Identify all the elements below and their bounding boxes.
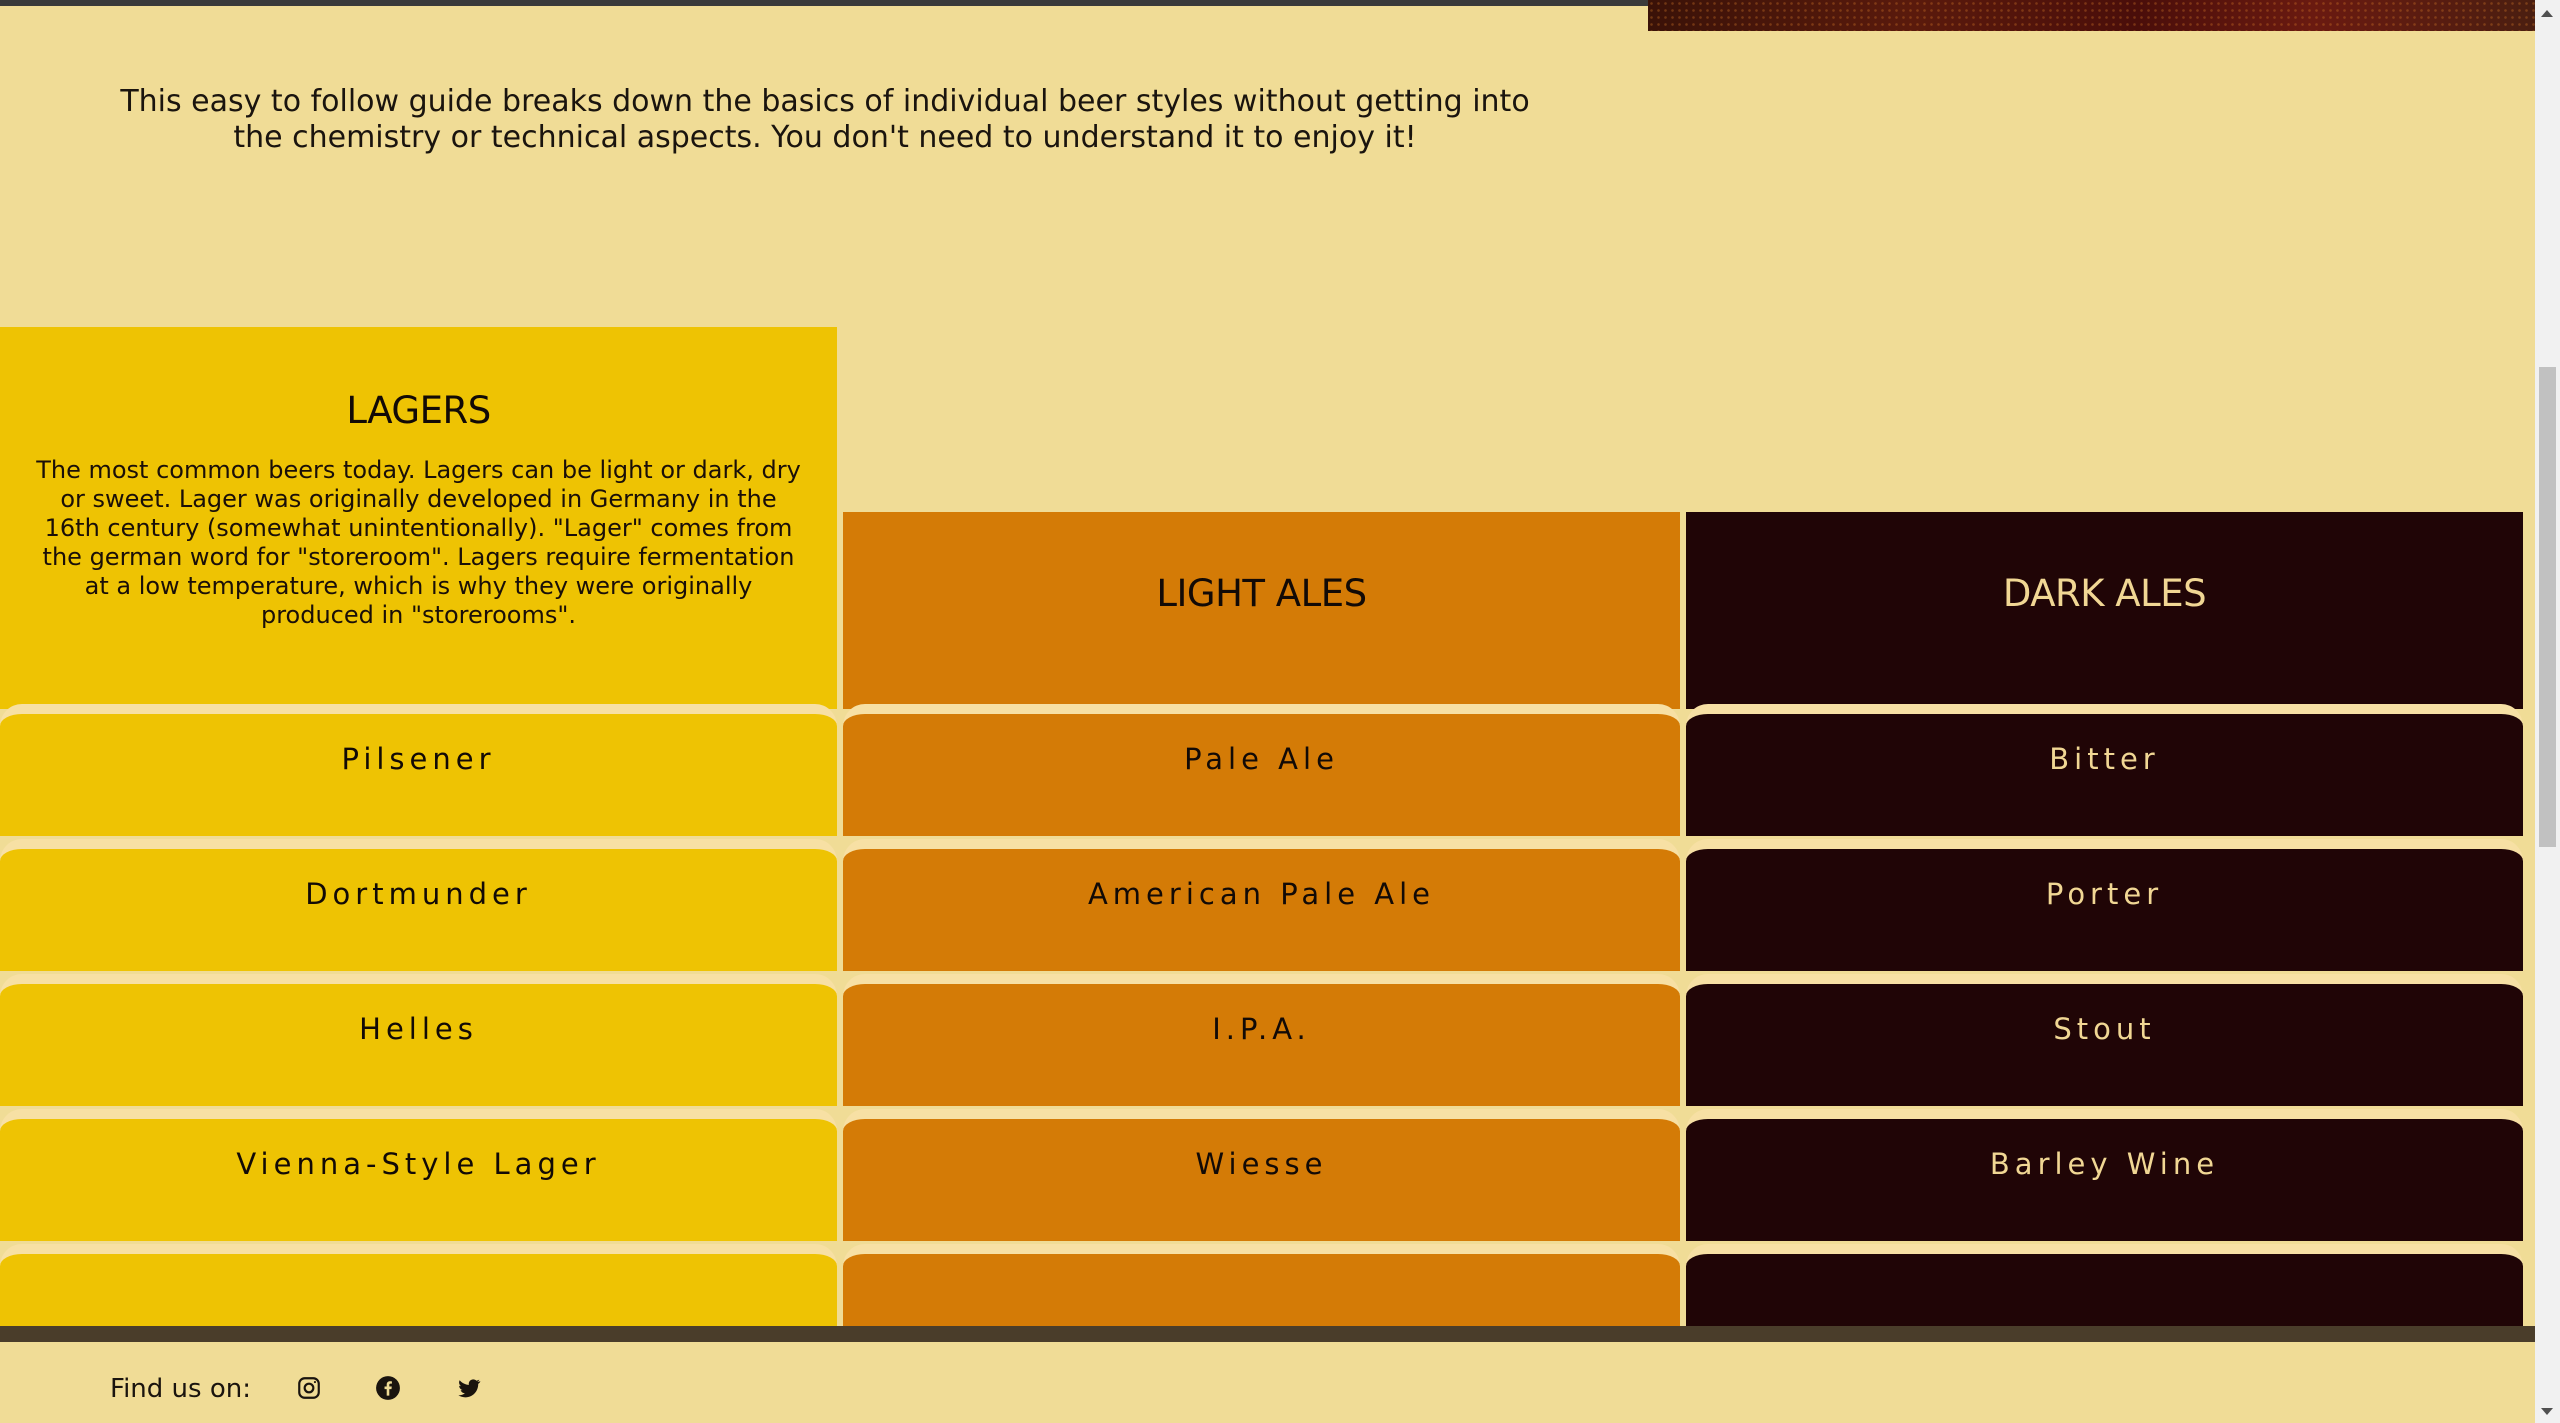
style-label: Barley Wine <box>1989 1147 2220 1181</box>
style-item-partial[interactable] <box>843 1244 1680 1326</box>
style-item-bitter[interactable]: Bitter <box>1686 704 2523 836</box>
dark-ales-title: DARK ALES <box>2002 572 2207 615</box>
style-item-partial[interactable] <box>1686 1244 2523 1326</box>
style-item-dortmunder[interactable]: Dortmunder <box>0 839 837 971</box>
scroll-down-arrow-icon[interactable] <box>2541 1408 2553 1415</box>
style-label: I.P.A. <box>1212 1012 1311 1046</box>
lagers-title: LAGERS <box>346 389 491 432</box>
style-item-vienna-style-lager[interactable]: Vienna-Style Lager <box>0 1109 837 1241</box>
style-label <box>0 1254 837 1282</box>
twitter-icon[interactable] <box>455 1374 483 1402</box>
light-ales-header: LIGHT ALES <box>843 512 1680 709</box>
find-us-label: Find us on: <box>110 1374 251 1404</box>
style-item-partial[interactable] <box>0 1244 837 1326</box>
footer: Find us on: <box>0 1342 2535 1423</box>
style-label <box>1686 1254 2523 1282</box>
style-item-ipa[interactable]: I.P.A. <box>843 974 1680 1106</box>
style-label: Pilsener <box>341 742 496 776</box>
style-label: Stout <box>2053 1012 2156 1046</box>
facebook-icon[interactable] <box>374 1374 402 1402</box>
style-label: American Pale Ale <box>1087 877 1436 911</box>
style-label: Porter <box>2045 877 2164 911</box>
style-item-pale-ale[interactable]: Pale Ale <box>843 704 1680 836</box>
scroll-up-arrow-icon[interactable] <box>2541 10 2553 17</box>
style-label: Vienna-Style Lager <box>236 1147 601 1181</box>
intro-text: This easy to follow guide breaks down th… <box>120 84 1530 155</box>
style-item-wiesse[interactable]: Wiesse <box>843 1109 1680 1241</box>
style-label <box>843 1254 1680 1282</box>
light-ales-title: LIGHT ALES <box>1156 572 1367 615</box>
scroll-thumb[interactable] <box>2539 367 2556 847</box>
footer-divider <box>0 1326 2535 1342</box>
vertical-scrollbar[interactable] <box>2535 0 2560 1423</box>
style-label: Dortmunder <box>305 877 532 911</box>
style-item-porter[interactable]: Porter <box>1686 839 2523 971</box>
style-item-helles[interactable]: Helles <box>0 974 837 1106</box>
dark-ales-header: DARK ALES <box>1686 512 2523 709</box>
style-item-american-pale-ale[interactable]: American Pale Ale <box>843 839 1680 971</box>
lagers-header: LAGERS The most common beers today. Lage… <box>0 327 837 709</box>
instagram-icon[interactable] <box>295 1374 323 1402</box>
style-label: Bitter <box>2049 742 2160 776</box>
style-item-stout[interactable]: Stout <box>1686 974 2523 1106</box>
style-item-pilsener[interactable]: Pilsener <box>0 704 837 836</box>
hero-image <box>1648 0 2535 31</box>
style-label: Wiesse <box>1195 1147 1328 1181</box>
style-label: Pale Ale <box>1184 742 1339 776</box>
style-item-barley-wine[interactable]: Barley Wine <box>1686 1109 2523 1241</box>
style-label: Helles <box>359 1012 478 1046</box>
lagers-description: The most common beers today. Lagers can … <box>36 456 801 629</box>
